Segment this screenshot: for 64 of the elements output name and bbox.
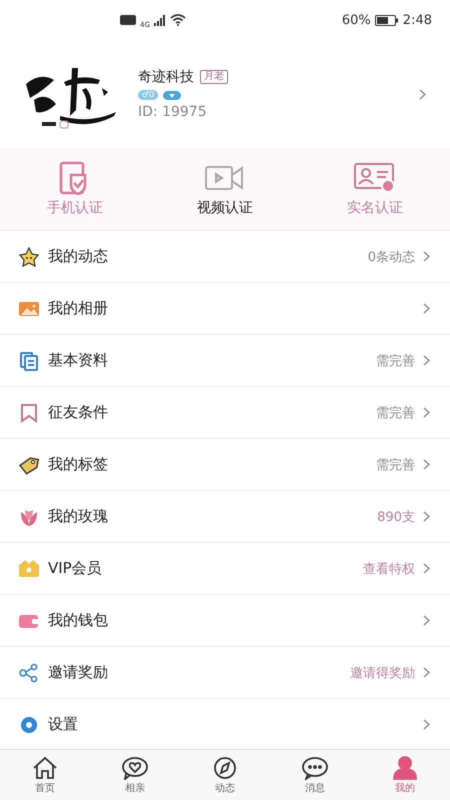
menu-label: VIP会员	[48, 559, 103, 578]
star-icon	[18, 246, 40, 266]
share-icon	[18, 662, 40, 682]
chevron-icon	[419, 88, 426, 100]
bookmark-icon	[18, 402, 40, 422]
chevron-icon	[423, 251, 430, 262]
crown-icon	[18, 558, 40, 578]
menu-item[interactable]: VIP会员 查看特权	[0, 543, 450, 595]
battery-percent: 60%	[342, 12, 371, 28]
chevron-icon	[423, 563, 430, 574]
heart-chat-icon	[121, 756, 149, 780]
menu-label: 我的钱包	[48, 611, 109, 630]
tab[interactable]: 动态	[180, 750, 270, 800]
verification-item[interactable]: 视频认证	[150, 148, 300, 230]
menu-label: 设置	[48, 715, 79, 734]
menu-item[interactable]: 我的钱包	[0, 595, 450, 647]
menu-item[interactable]: 我的玫瑰 890支	[0, 491, 450, 543]
menu-value: 需完善	[376, 456, 415, 474]
menu-value: 0条动态	[368, 248, 415, 266]
menu-value: 890支	[377, 508, 415, 526]
tab[interactable]: 消息	[270, 750, 360, 800]
chevron-icon	[423, 511, 430, 522]
tag-icon	[18, 454, 40, 474]
menu-value: 查看特权	[363, 560, 415, 578]
chevron-icon	[423, 407, 430, 418]
chat-icon	[301, 756, 329, 780]
menu-label: 邀请奖励	[48, 663, 109, 682]
menu-item[interactable]: 我的相册	[0, 283, 450, 335]
menu-label: 我的动态	[48, 247, 109, 266]
chevron-icon	[423, 459, 430, 470]
menu-label: 基本资料	[48, 351, 109, 370]
home-icon	[31, 756, 59, 780]
settings-icon	[18, 714, 40, 734]
id-card-icon	[353, 161, 397, 195]
user-name: 奇迹科技	[138, 68, 194, 86]
menu-label: 我的标签	[48, 455, 109, 474]
document-icon	[18, 350, 40, 370]
person-icon	[391, 756, 419, 780]
menu-value: 需完善	[376, 404, 415, 422]
menu-label: 我的相册	[48, 299, 109, 318]
tab[interactable]: 首页	[0, 750, 90, 800]
menu-item[interactable]: 邀请奖励 邀请得奖励	[0, 647, 450, 699]
clock: 2:48	[402, 12, 432, 28]
title-tag: 月老	[200, 70, 228, 84]
menu-item[interactable]: 我的动态 0条动态	[0, 231, 450, 283]
battery-icon	[374, 14, 399, 26]
menu-item[interactable]: 征友条件 需完善	[0, 387, 450, 439]
wifi-icon	[170, 14, 186, 26]
chevron-icon	[423, 615, 430, 626]
menu-item[interactable]: 我的标签 需完善	[0, 439, 450, 491]
chevron-icon	[423, 667, 430, 678]
menu-label: 我的玫瑰	[48, 507, 109, 526]
menu-value: 邀请得奖励	[350, 664, 415, 682]
user-id: ID: 19975	[138, 104, 207, 120]
menu-item[interactable]: 基本资料 需完善	[0, 335, 450, 387]
chevron-icon	[423, 355, 430, 366]
chevron-icon	[423, 719, 430, 730]
signal-icon	[154, 14, 166, 26]
tab[interactable]: 相亲	[90, 750, 180, 800]
gender-badge: ♂0	[138, 90, 158, 100]
chevron-icon	[423, 303, 430, 314]
menu-value: 需完善	[376, 352, 415, 370]
menu-label: 征友条件	[48, 403, 109, 422]
compass-icon	[211, 756, 239, 780]
